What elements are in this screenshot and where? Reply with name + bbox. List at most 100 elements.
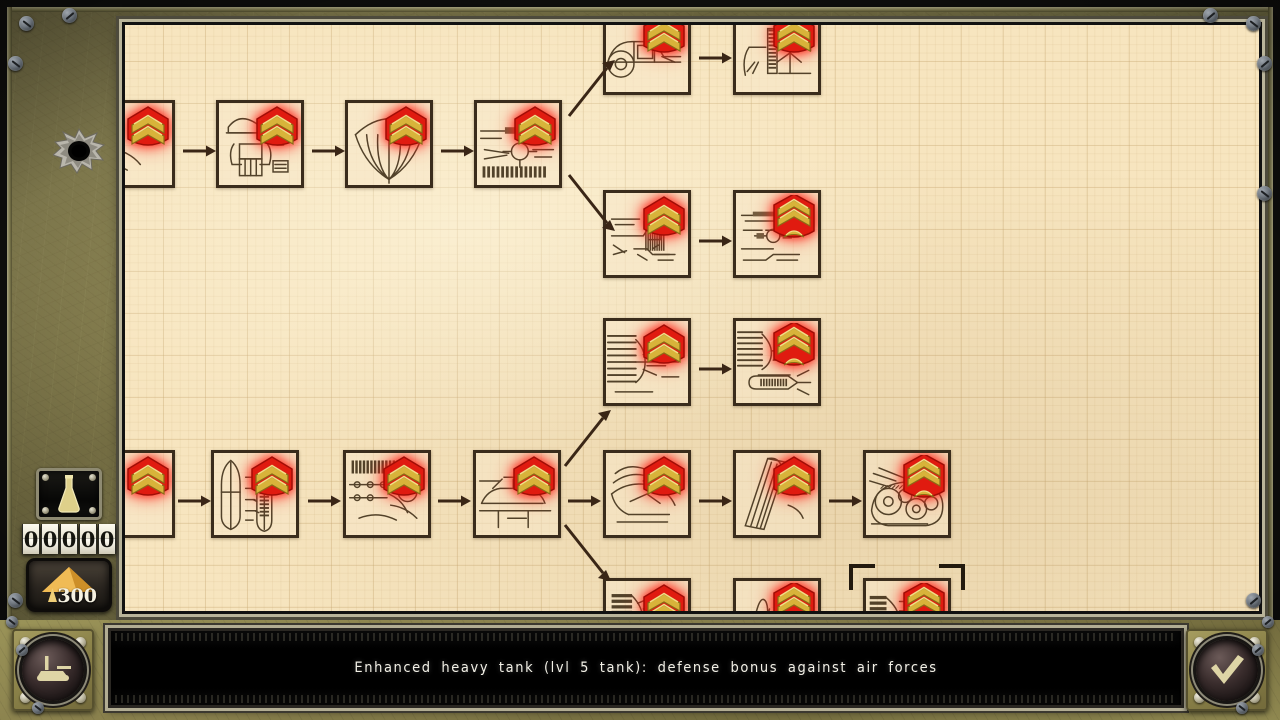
rank-badge-chevron2-icon (642, 22, 686, 58)
tech-node-light-tank[interactable] (473, 450, 561, 538)
screw-decoration (1246, 593, 1261, 608)
bullet-hole-decoration (53, 128, 105, 174)
screw-decoration (89, 507, 96, 514)
tech-arrow (565, 525, 611, 581)
tech-node-armored-car[interactable] (733, 22, 821, 95)
counter-digit: 0 (60, 524, 78, 554)
counter-digit: 0 (79, 524, 97, 554)
resource-amount: 300 (57, 585, 97, 607)
screw-decoration (32, 702, 44, 714)
rank-badge-chevron3-icon (902, 455, 946, 501)
tech-arrow (699, 234, 732, 248)
bottom-status-bar: Enhanced heavy tank (lvl 5 tank): defens… (0, 620, 1280, 720)
confirm-button-ring (1196, 639, 1258, 701)
tech-arrow (308, 494, 341, 508)
tech-node-heavy-tank[interactable] (733, 450, 821, 538)
rank-badge-chevron2-icon (772, 22, 816, 58)
tech-arrow (438, 494, 471, 508)
tech-arrow (178, 494, 211, 508)
left-side-panel: 00000 300 (0, 0, 122, 620)
tech-arrow (699, 362, 732, 376)
tech-arrow (441, 144, 474, 158)
tech-node-aircraft-engine[interactable] (603, 578, 691, 614)
tech-tree-canvas[interactable] (125, 25, 1259, 611)
tech-node-paratroopers[interactable] (345, 100, 433, 188)
tech-node-ordnance-root[interactable] (122, 450, 175, 538)
tech-node-artillery-piece[interactable] (343, 450, 431, 538)
tech-node-enhanced-heavy-tank[interactable] (863, 450, 951, 538)
tech-tree-viewport[interactable] (122, 22, 1262, 614)
screw-decoration (89, 474, 96, 481)
status-message: Enhanced heavy tank (lvl 5 tank): defens… (354, 660, 937, 676)
screw-decoration (75, 692, 86, 703)
rank-badge-chevron2-icon (513, 105, 557, 151)
rank-badge-chevron2-icon (255, 105, 299, 151)
screw-decoration (1257, 56, 1272, 71)
counter-digit: 0 (22, 524, 40, 554)
rank-badge-chevron2-icon (642, 323, 686, 369)
units-button-ring (22, 639, 84, 701)
screw-decoration (1246, 16, 1261, 31)
rank-badge-chevron3-icon (902, 583, 946, 614)
research-points-display (36, 468, 102, 520)
screw-decoration (1249, 692, 1260, 703)
tank-icon (33, 654, 73, 686)
checkmark-icon (1207, 653, 1247, 687)
rank-badge-chevron2-icon (772, 455, 816, 501)
tech-arrow (565, 410, 611, 466)
screw-decoration (1262, 616, 1274, 628)
message-window: Enhanced heavy tank (lvl 5 tank): defens… (108, 628, 1184, 708)
confirm-button[interactable] (1186, 629, 1268, 711)
tech-node-heavy-rocket[interactable] (733, 318, 821, 406)
counter-digit: 0 (41, 524, 59, 554)
rank-badge-chevron2-icon (642, 195, 686, 241)
rank-badge-chevron3-icon (772, 583, 816, 614)
tech-node-infantry-root[interactable] (122, 100, 175, 188)
screw-decoration (1257, 186, 1272, 201)
units-button[interactable] (12, 629, 94, 711)
tech-node-infantry-support-gun[interactable] (474, 100, 562, 188)
tech-arrow (312, 144, 345, 158)
rank-badge-chevron2-icon (642, 583, 686, 614)
screw-decoration (1252, 644, 1264, 656)
tech-node-aerial-bomb[interactable] (211, 450, 299, 538)
rank-badge-chevron2-icon (384, 105, 428, 151)
resource-display-sand: 300 (26, 558, 112, 612)
counter-digit: 0 (98, 524, 116, 554)
screw-decoration (8, 593, 23, 608)
screw-decoration (16, 644, 28, 656)
tech-arrow (569, 175, 615, 231)
tech-node-medium-tank[interactable] (603, 450, 691, 538)
tech-node-light-vehicle[interactable] (603, 22, 691, 95)
tech-node-advanced-aircraft[interactable] (863, 578, 951, 614)
tech-node-rocket-artillery[interactable] (603, 318, 691, 406)
rank-badge-chevron2-icon (382, 455, 426, 501)
screw-decoration (75, 637, 86, 648)
screw-decoration (20, 692, 31, 703)
screw-decoration (8, 56, 23, 71)
rank-badge-chevron2-icon (512, 455, 556, 501)
rank-badge-chevron2-icon (642, 455, 686, 501)
flask-icon (54, 475, 84, 513)
tech-arrow (699, 51, 732, 65)
rank-badge-chevron2-icon (126, 455, 170, 501)
tech-node-submachine-gun[interactable] (603, 190, 691, 278)
rank-badge-chevron3-icon (772, 323, 816, 369)
screw-decoration (42, 474, 49, 481)
rank-badge-chevron2-icon (250, 455, 294, 501)
tech-node-infantry-body-armor[interactable] (216, 100, 304, 188)
tech-arrow (183, 144, 216, 158)
screw-decoration (1236, 702, 1248, 714)
tech-node-aircraft-airframe[interactable] (733, 578, 821, 614)
tech-node-sniper-rifle[interactable] (733, 190, 821, 278)
rank-badge-chevron3-icon (772, 195, 816, 241)
tech-arrow (829, 494, 862, 508)
rank-badge-chevron2-icon (126, 105, 170, 151)
screw-decoration (42, 507, 49, 514)
screw-decoration (1203, 8, 1218, 23)
tech-arrow (699, 494, 732, 508)
tech-arrow (568, 494, 601, 508)
screw-decoration (19, 16, 34, 31)
screw-decoration (6, 616, 18, 628)
research-points-counter: 00000 (22, 524, 116, 554)
